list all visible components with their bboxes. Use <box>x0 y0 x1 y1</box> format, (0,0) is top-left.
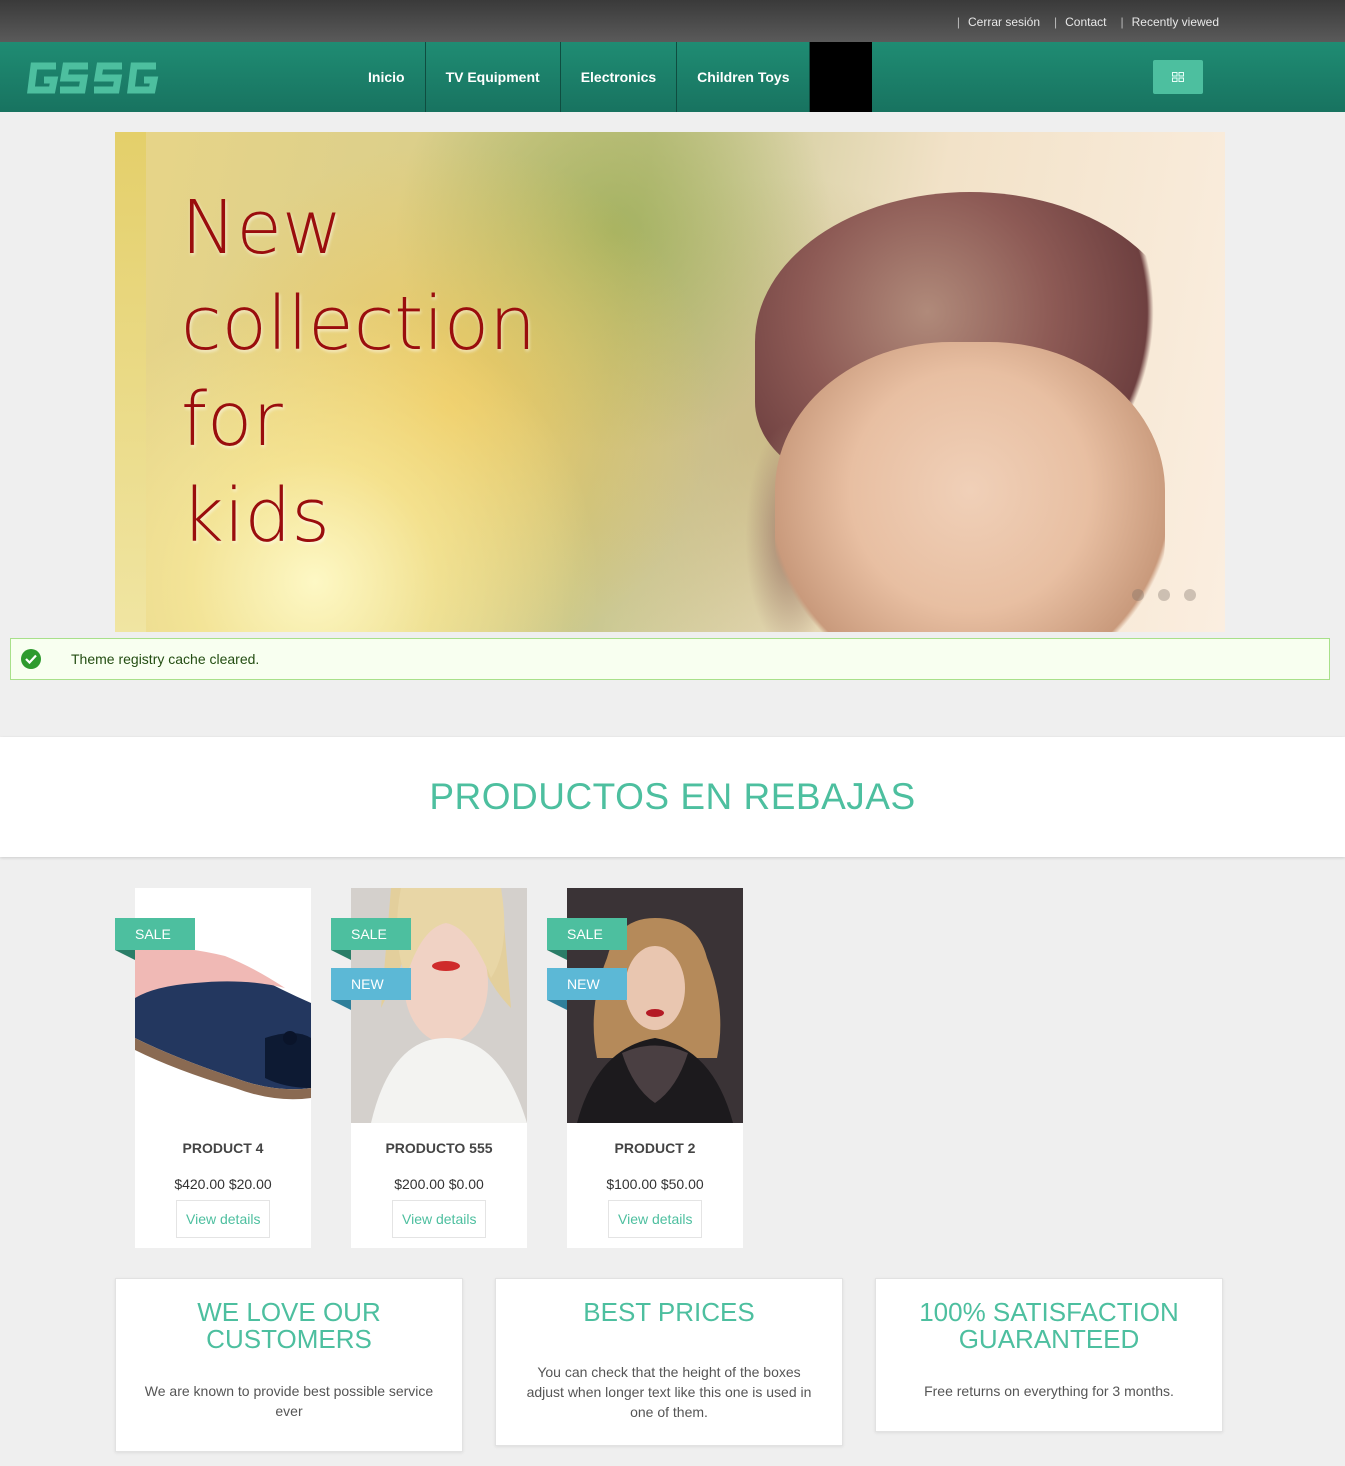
feature-text: We are known to provide best possible se… <box>144 1383 434 1419</box>
feature-box: BEST PRICES You can check that the heigh… <box>495 1278 843 1446</box>
feature-text: You can check that the height of the box… <box>526 1364 812 1420</box>
nav-item-inicio[interactable]: Inicio <box>348 42 426 112</box>
site-logo[interactable] <box>26 60 162 96</box>
product-price: $100.00 $50.00 <box>606 1176 704 1192</box>
check-icon <box>21 649 41 669</box>
recently-viewed-link[interactable]: Recently viewed <box>1132 15 1219 29</box>
sale-section-header: PRODUCTOS EN REBAJAS <box>0 737 1345 857</box>
view-details-button[interactable]: View details <box>176 1200 271 1238</box>
main-menu: Inicio TV Equipment Electronics Children… <box>348 42 873 112</box>
view-details-button[interactable]: View details <box>608 1200 703 1238</box>
sale-badge: SALE <box>331 918 411 960</box>
slider-dot[interactable] <box>1158 589 1170 601</box>
feature-text: Free returns on everything for 3 months. <box>924 1383 1174 1399</box>
top-links: | Cerrar sesión | Contact | Recently viewed <box>956 15 1219 29</box>
slider-dot[interactable] <box>1132 589 1144 601</box>
product-name[interactable]: PRODUCTO 555 <box>351 1140 527 1156</box>
menu-toggle-button[interactable] <box>1153 60 1203 94</box>
nav-item-children-toys[interactable]: Children Toys <box>677 42 811 112</box>
hero-child-image <box>775 342 1165 632</box>
product-card: SALE NEW PRODUCTO 555 $200.00 $0.00 View… <box>331 888 527 1248</box>
product-name[interactable]: PRODUCT 4 <box>135 1140 311 1156</box>
product-price: $200.00 $0.00 <box>394 1176 484 1192</box>
hero-side-stripe <box>115 132 146 632</box>
section-title: PRODUCTOS EN REBAJAS <box>429 776 916 817</box>
logout-link[interactable]: Cerrar sesión <box>968 15 1040 29</box>
top-utility-bar: | Cerrar sesión | Contact | Recently viewed <box>0 0 1345 42</box>
nav-item-tv-equipment[interactable]: TV Equipment <box>426 42 561 112</box>
contact-link[interactable]: Contact <box>1065 15 1106 29</box>
hero-slider[interactable]: New collection for kids <box>115 132 1225 632</box>
nav-item-empty[interactable] <box>810 42 873 112</box>
feature-title: BEST PRICES <box>583 1297 755 1327</box>
product-name[interactable]: PRODUCT 2 <box>567 1140 743 1156</box>
hero-title: New collection for kids <box>181 185 537 559</box>
nav-item-electronics[interactable]: Electronics <box>561 42 678 112</box>
status-text: Theme registry cache cleared. <box>71 651 260 667</box>
new-badge: NEW <box>331 968 411 1010</box>
sale-badge: SALE <box>115 918 195 960</box>
slider-pager <box>1132 589 1210 601</box>
product-card: SALE NEW PRODUCT 2 $100.00 $50.00 View d… <box>547 888 743 1248</box>
main-navbar: Inicio TV Equipment Electronics Children… <box>0 42 1345 112</box>
grid-icon <box>1172 72 1184 82</box>
product-card: SALE PRODUCT 4 $420.00 $20.00 View detai… <box>115 888 311 1248</box>
slider-dot[interactable] <box>1184 589 1196 601</box>
feature-title: WE LOVE OUR CUSTOMERS <box>197 1297 381 1354</box>
status-message: Theme registry cache cleared. <box>10 638 1330 680</box>
product-price: $420.00 $20.00 <box>174 1176 272 1192</box>
feature-box: WE LOVE OUR CUSTOMERS We are known to pr… <box>115 1278 463 1452</box>
view-details-button[interactable]: View details <box>392 1200 487 1238</box>
new-badge: NEW <box>547 968 627 1010</box>
feature-title: 100% SATISFACTION GUARANTEED <box>919 1297 1179 1354</box>
feature-box: 100% SATISFACTION GUARANTEED Free return… <box>875 1278 1223 1432</box>
sale-badge: SALE <box>547 918 627 960</box>
